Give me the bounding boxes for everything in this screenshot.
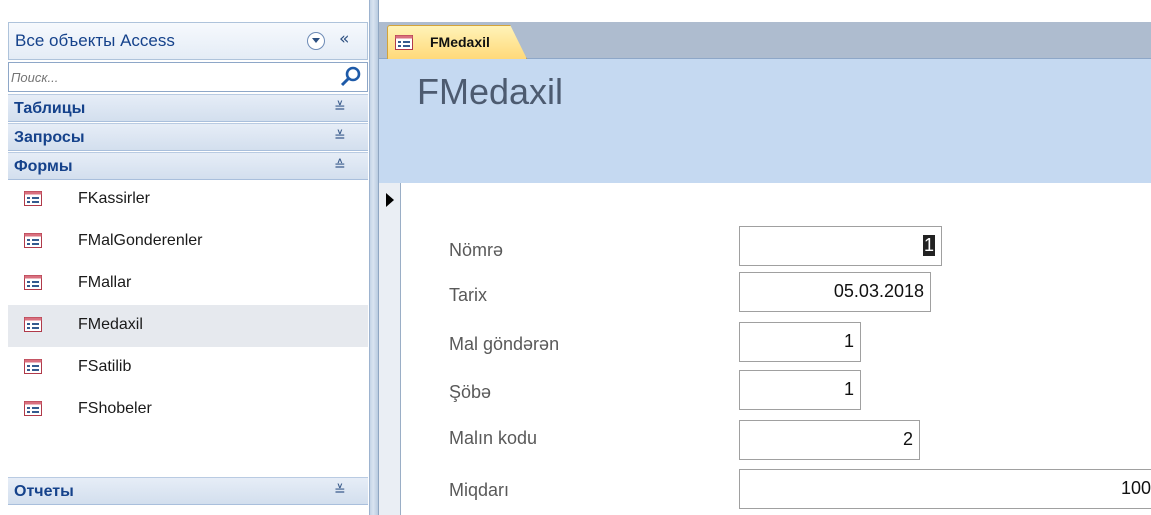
- nav-pane-collapse-button[interactable]: «: [339, 29, 349, 49]
- nav-item-label: FMedaxil: [78, 316, 143, 333]
- form-header: FMedaxil: [379, 59, 1151, 183]
- expand-chevron-icon: ≚: [334, 100, 346, 116]
- field-value: 05.03.2018: [833, 281, 924, 301]
- field-nomre-input[interactable]: 1: [739, 226, 942, 266]
- nav-search-input[interactable]: [11, 67, 331, 87]
- form-icon: [24, 317, 42, 332]
- nav-group-tables-label: Таблицы: [14, 100, 86, 117]
- nav-group-queries-label: Запросы: [14, 129, 85, 146]
- nav-item-fsatilib[interactable]: FSatilib: [8, 347, 368, 389]
- nav-item-label: FKassirler: [78, 190, 151, 207]
- field-value: 100: [1120, 478, 1151, 498]
- field-value: 2: [902, 429, 913, 449]
- nav-item-fkassirler[interactable]: FKassirler: [8, 179, 368, 221]
- field-sobe-input[interactable]: 1: [739, 370, 861, 410]
- nav-item-label: FMalGonderenler: [78, 232, 203, 249]
- expand-chevron-icon: ≚: [334, 483, 346, 499]
- nav-group-queries[interactable]: Запросы ≚: [8, 123, 368, 151]
- navigation-pane: Все объекты Access « Таблицы ≚ Запросы ≚…: [0, 0, 370, 515]
- nav-item-fmallar[interactable]: FMallar: [8, 263, 368, 305]
- form-icon: [24, 359, 42, 374]
- form-title: FMedaxil: [417, 71, 564, 112]
- form-icon: [24, 233, 42, 248]
- tab-label: FMedaxil: [430, 34, 490, 50]
- form-icon: [24, 401, 42, 416]
- field-mal-gonderen-input[interactable]: 1: [739, 322, 861, 362]
- nav-item-fmedaxil[interactable]: FMedaxil: [8, 305, 368, 347]
- tab-fmedaxil[interactable]: FMedaxil: [387, 25, 527, 59]
- nav-item-fshobeler[interactable]: FShobeler: [8, 389, 368, 431]
- form-icon: [24, 191, 42, 206]
- nav-pane-menu-dropdown-icon[interactable]: [307, 32, 325, 50]
- field-label-tarix: Tarix: [449, 285, 488, 305]
- nav-item-label: FShobeler: [78, 400, 152, 417]
- field-label-miqdari: Miqdarı: [449, 480, 510, 500]
- form-icon: [395, 35, 413, 50]
- field-miqdari-input[interactable]: 100: [739, 469, 1151, 509]
- field-value: 1: [922, 235, 935, 256]
- field-label-nomre: Nömrə: [449, 240, 504, 260]
- nav-search-box[interactable]: [8, 62, 368, 92]
- collapse-chevron-icon: ≙: [334, 158, 346, 174]
- field-label-mal-gonderen: Mal göndərən: [449, 334, 560, 354]
- field-label-malin-kodu: Malın kodu: [449, 428, 538, 448]
- nav-pane-splitter[interactable]: [370, 0, 379, 515]
- nav-pane-header[interactable]: Все объекты Access «: [8, 22, 368, 60]
- nav-group-reports[interactable]: Отчеты ≚: [8, 477, 368, 505]
- field-value: 1: [843, 331, 854, 351]
- field-value: 1: [843, 379, 854, 399]
- field-label-sobe: Şöbə: [449, 382, 492, 402]
- field-malin-kodu-input[interactable]: 2: [739, 420, 920, 460]
- nav-group-reports-label: Отчеты: [14, 483, 74, 500]
- nav-item-fmalgonderenler[interactable]: FMalGonderenler: [8, 221, 368, 263]
- nav-group-tables[interactable]: Таблицы ≚: [8, 94, 368, 122]
- nav-group-forms-label: Формы: [14, 158, 73, 175]
- search-icon[interactable]: [339, 66, 363, 88]
- nav-item-label: FSatilib: [78, 358, 132, 375]
- nav-group-forms[interactable]: Формы ≙: [8, 152, 368, 180]
- field-tarix-input[interactable]: 05.03.2018: [739, 272, 931, 312]
- nav-pane-title: Все объекты Access: [15, 31, 175, 50]
- record-selector[interactable]: [379, 183, 401, 515]
- expand-chevron-icon: ≚: [334, 129, 346, 145]
- document-tab-bar: FMedaxil: [379, 22, 1151, 59]
- nav-item-label: FMallar: [78, 274, 132, 291]
- current-record-arrow-icon: [386, 193, 394, 207]
- form-icon: [24, 275, 42, 290]
